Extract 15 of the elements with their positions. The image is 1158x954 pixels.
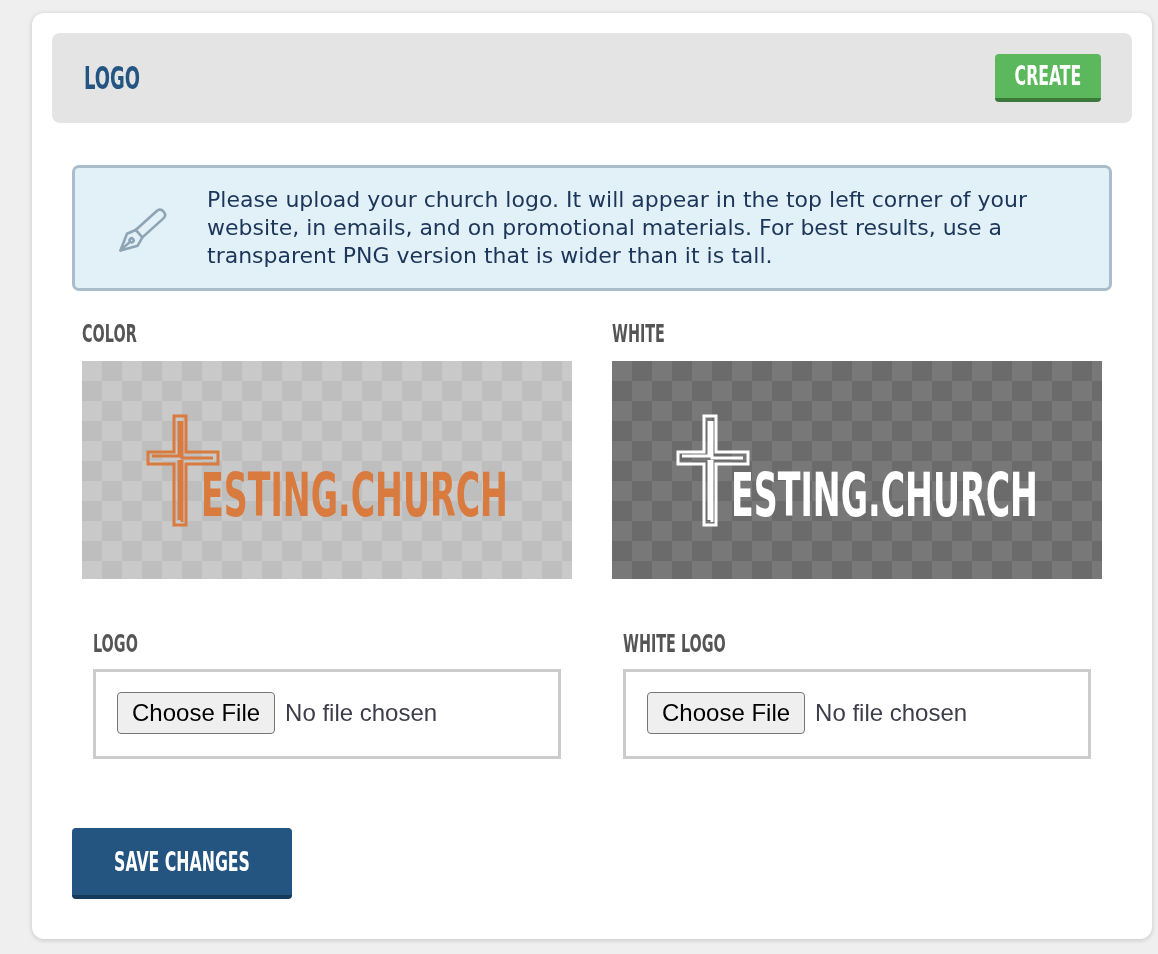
file-input-field[interactable]: Choose File No file chosen <box>93 669 561 759</box>
upload-label: WHITE LOGO <box>623 631 726 656</box>
choose-file-button[interactable]: Choose File <box>117 692 276 734</box>
logo-text: ESTING.CHURCH <box>201 471 508 521</box>
save-changes-button[interactable]: SAVE CHANGES <box>72 828 292 899</box>
panel-title: LOGO <box>84 62 141 94</box>
notice-text: Please upload your church logo. It will appear in the top left corner of your website, in emails, and on promotional materials. For best results, use a transparent PNG version that is wider than it is tall. <box>207 186 1029 270</box>
preview-label: WHITE <box>612 321 665 346</box>
choose-file-button[interactable]: Choose File <box>647 692 806 734</box>
logo-text: ESTING.CHURCH <box>731 471 1038 521</box>
file-input-field[interactable]: Choose File No file chosen <box>623 669 1091 759</box>
preview-label: COLOR <box>82 321 137 346</box>
upload-label: LOGO <box>93 631 138 656</box>
file-status-text: No file chosen <box>285 699 438 727</box>
file-status-text: No file chosen <box>815 699 968 727</box>
